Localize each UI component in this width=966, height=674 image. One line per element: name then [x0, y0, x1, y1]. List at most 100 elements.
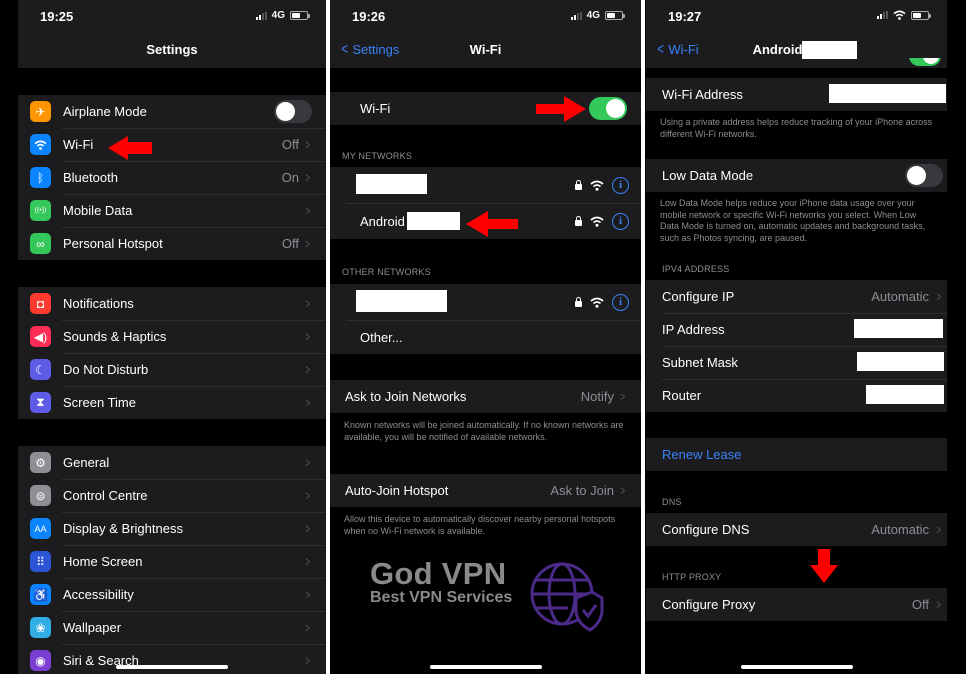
hourglass-icon: ⧗ — [30, 392, 51, 413]
settings-item-control-centre[interactable]: ⊜ Control Centre > — [18, 479, 326, 512]
settings-item-notifications[interactable]: ◘ Notifications > — [18, 287, 326, 320]
airplane-mode-toggle[interactable] — [274, 100, 312, 123]
chevron-right-icon: > — [305, 653, 311, 668]
settings-group-connectivity: ✈ Airplane Mode Wi-Fi Off > ᛒ Bluetooth On > ((•)… — [18, 95, 326, 260]
configure-ip-label: Configure IP — [662, 289, 735, 304]
low-data-toggle[interactable] — [905, 164, 943, 187]
wifi-address-group: Wi-Fi Address — [646, 78, 947, 111]
wallpaper-icon: ❀ — [30, 617, 51, 638]
configure-dns-row[interactable]: Configure DNS Automatic > — [646, 513, 947, 546]
ipv4-header: IPV4 ADDRESS — [662, 264, 730, 274]
settings-item-label: Home Screen — [63, 554, 143, 569]
configure-dns-value: Automatic — [871, 522, 929, 537]
ask-join-value: Notify — [580, 389, 614, 404]
chevron-right-icon: > — [305, 620, 311, 635]
wifi-toggle[interactable] — [589, 97, 627, 120]
renew-lease-button[interactable]: Renew Lease — [646, 438, 947, 471]
configure-dns-label: Configure DNS — [662, 522, 750, 537]
settings-item-sounds-haptics[interactable]: ◀) Sounds & Haptics > — [18, 320, 326, 353]
dns-group: Configure DNS Automatic > — [646, 513, 947, 546]
redacted-network-name — [407, 212, 460, 230]
battery-icon — [605, 11, 625, 20]
redacted-title — [802, 41, 857, 59]
settings-item-personal-hotspot[interactable]: ∞ Personal Hotspot Off > — [18, 227, 326, 260]
settings-item-label: Mobile Data — [63, 203, 133, 218]
ip-address-label: IP Address — [662, 322, 725, 337]
settings-item-general[interactable]: ⚙ General > — [18, 446, 326, 479]
auto-join-row[interactable]: Auto-Join Hotspot Ask to Join > — [330, 474, 641, 507]
settings-item-display-brightness[interactable]: AA Display & Brightness > — [18, 512, 326, 545]
settings-item-do-not-disturb[interactable]: ☾ Do Not Disturb > — [18, 353, 326, 386]
annotation-arrow-left — [466, 211, 518, 237]
chevron-right-icon: > — [305, 137, 311, 152]
settings-item-label: General — [63, 455, 110, 470]
settings-item-label: Personal Hotspot — [63, 236, 163, 251]
auto-join-footnote: Allow this device to automatically disco… — [344, 514, 616, 536]
settings-item-airplane-mode[interactable]: ✈ Airplane Mode — [18, 95, 326, 128]
annotation-arrow-right — [536, 96, 586, 122]
autojoin-toggle-partial[interactable] — [909, 58, 941, 68]
watermark-title: God VPN — [370, 556, 507, 591]
info-icon[interactable]: i — [612, 176, 629, 194]
chevron-right-icon: > — [305, 455, 311, 470]
wifi-row: Wi-Fi — [330, 92, 641, 125]
ask-join-row[interactable]: Ask to Join Networks Notify > — [330, 380, 641, 413]
settings-item-siri-search[interactable]: ◉ Siri & Search > — [18, 644, 326, 674]
configure-proxy-row[interactable]: Configure Proxy Off > — [646, 588, 947, 621]
settings-item-label: Accessibility — [63, 587, 134, 602]
wifi-status-icon — [893, 10, 906, 20]
settings-item-screen-time[interactable]: ⧗ Screen Time > — [18, 386, 326, 419]
configure-ip-value: Automatic — [871, 289, 929, 304]
other-network-row[interactable]: Other... — [330, 320, 641, 354]
configure-proxy-label: Configure Proxy — [662, 597, 756, 612]
router-label: Router — [662, 388, 702, 403]
info-icon[interactable]: i — [612, 212, 629, 230]
ipv4-group: Configure IP Automatic > IP Address Subn… — [646, 280, 947, 412]
gear-icon: ⚙ — [30, 452, 51, 473]
settings-item-wallpaper[interactable]: ❀ Wallpaper > — [18, 611, 326, 644]
chevron-right-icon: > — [305, 236, 311, 251]
network-row[interactable]: i — [330, 284, 641, 320]
configure-ip-row[interactable]: Configure IP Automatic > — [646, 280, 947, 313]
wifi-address-label: Wi-Fi Address — [662, 87, 743, 102]
wifi-icon — [30, 134, 51, 155]
settings-item-accessibility[interactable]: ♿ Accessibility > — [18, 578, 326, 611]
status-time: 19:26 — [352, 9, 386, 24]
watermark-subtitle: Best VPN Services — [370, 589, 513, 606]
accessibility-icon: ♿ — [30, 584, 51, 605]
router-row: Router — [646, 379, 947, 412]
settings-item-label: Notifications — [63, 296, 134, 311]
watermark: God VPN Best VPN Services — [370, 556, 512, 607]
settings-group-notifications: ◘ Notifications > ◀) Sounds & Haptics > ☾ Do No… — [18, 287, 326, 419]
chevron-right-icon: > — [305, 203, 311, 218]
settings-item-wi-fi[interactable]: Wi-Fi Off > — [18, 128, 326, 161]
chevron-right-icon: > — [936, 289, 942, 304]
low-data-row: Low Data Mode — [646, 159, 947, 192]
settings-item-home-screen[interactable]: ⠿ Home Screen > — [18, 545, 326, 578]
home-indicator — [429, 665, 542, 669]
info-icon[interactable]: i — [612, 293, 629, 311]
ask-join-footnote: Known networks will be joined automatica… — [344, 420, 624, 442]
cellular-signal-icon — [255, 11, 267, 20]
panel-divider — [641, 0, 645, 674]
home-screen-icon: ⠿ — [30, 551, 51, 572]
network-row[interactable]: i — [330, 167, 641, 203]
wifi-label: Wi-Fi — [360, 101, 391, 116]
settings-item-value: On — [281, 170, 299, 185]
notifications-icon: ◘ — [30, 293, 51, 314]
siri-icon: ◉ — [30, 650, 51, 671]
network-type: 4G — [271, 10, 285, 21]
wifi-signal-icon — [590, 180, 604, 191]
chevron-right-icon: > — [305, 170, 311, 185]
chevron-right-icon: > — [305, 488, 311, 503]
page-title: Android — [752, 42, 803, 57]
network-detail-screen: 19:27 < Wi-Fi Android Wi-Fi Address Usin… — [646, 0, 947, 674]
lock-icon — [575, 296, 582, 307]
settings-item-bluetooth[interactable]: ᛒ Bluetooth On > — [18, 161, 326, 194]
chevron-right-icon: > — [936, 522, 942, 537]
ask-join-group: Ask to Join Networks Notify > — [330, 380, 641, 413]
redacted-subnet-mask — [857, 352, 944, 371]
mobile-data-icon: ((•)) — [30, 200, 51, 221]
redacted-wifi-address — [829, 84, 946, 103]
settings-item-mobile-data[interactable]: ((•)) Mobile Data > — [18, 194, 326, 227]
